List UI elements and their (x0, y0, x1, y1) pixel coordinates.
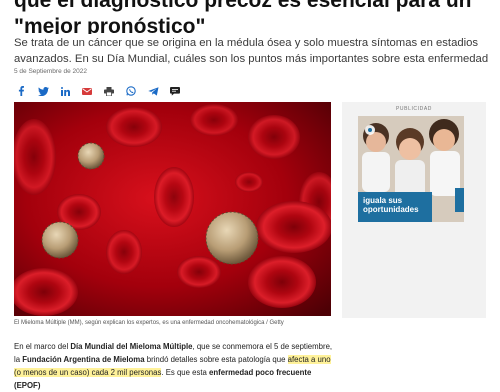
sidebar: PUBLICIDAD iguala sus oportunidades (342, 102, 486, 318)
linkedin-icon[interactable] (58, 84, 72, 98)
body-text-1: En el marco del (14, 342, 71, 351)
article-hero-image (14, 102, 331, 316)
article-subtitle: Se trata de un cáncer que se origina en … (14, 37, 489, 65)
share-bar (14, 84, 190, 98)
article-body: En el marco del Día Mundial del Mieloma … (14, 340, 336, 392)
telegram-icon[interactable] (146, 84, 160, 98)
body-bold-foundation: Fundación Argentina de Mieloma (22, 355, 145, 364)
article-headline: que el diagnóstico precoz es esencial pa… (14, 0, 472, 34)
headline-container: que el diagnóstico precoz es esencial pa… (14, 0, 500, 34)
body-text-4: . Es que esta (161, 368, 210, 377)
advertisement[interactable]: iguala sus oportunidades (358, 116, 464, 222)
ad-headline: iguala sus oportunidades (363, 196, 419, 214)
comment-icon[interactable] (168, 84, 182, 98)
ad-label: PUBLICIDAD (395, 106, 432, 112)
email-icon[interactable] (80, 84, 94, 98)
body-bold-day: Día Mundial del Mieloma Múltiple (70, 342, 193, 351)
whatsapp-icon[interactable] (124, 84, 138, 98)
print-icon[interactable] (102, 84, 116, 98)
body-text-3: brindó detalles sobre esta patología que (144, 355, 288, 364)
article-date: 5 de Septiembre de 2022 (14, 68, 87, 75)
ad-next-arrow-icon[interactable] (455, 188, 464, 212)
image-caption: El Mieloma Múltiple (MM), según explican… (14, 320, 284, 326)
blood-cells-illustration (14, 102, 331, 316)
twitter-icon[interactable] (36, 84, 50, 98)
facebook-icon[interactable] (14, 84, 28, 98)
